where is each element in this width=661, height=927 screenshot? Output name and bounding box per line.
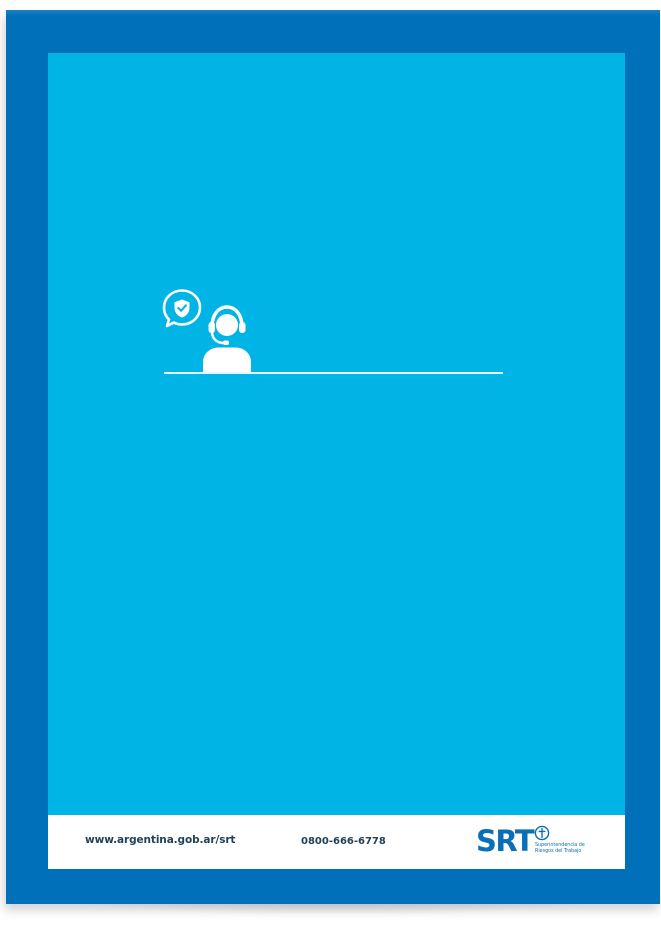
headset-agent-icon [162,289,251,372]
support-icon-group [161,289,261,373]
srt-logo-line2: Riesgos del Trabajo [535,849,582,854]
srt-logo: SRT Superintendencia de Riesgos del Trab… [476,823,596,863]
poster-footer: www.argentina.gob.ar/srt 0800-666-6778 S… [48,815,625,869]
srt-emblem-icon [534,825,550,841]
srt-logo-subtitle: Superintendencia de Riesgos del Trabajo [535,843,585,855]
shield-check-speech-bubble-icon [162,289,202,328]
poster [48,53,625,869]
phone-number: 0800-666-6778 [301,836,386,847]
title-underline [164,372,503,374]
website-link[interactable]: www.argentina.gob.ar/srt [85,834,235,846]
srt-logo-mark: SRT [476,824,535,858]
